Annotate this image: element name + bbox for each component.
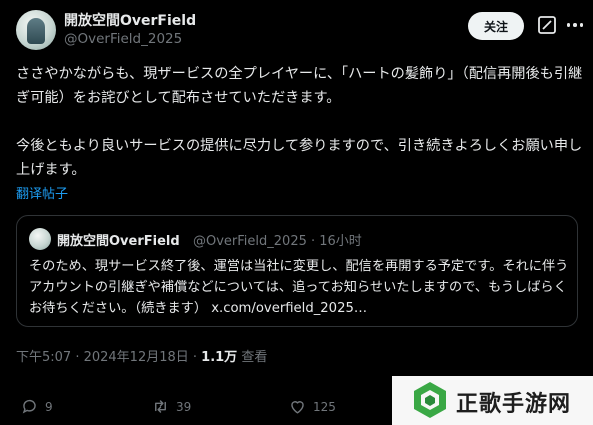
repost-icon [155, 400, 166, 413]
tweet-paragraph-1: ささやかながらも、現ザービスの全プレイヤーに、「ハートの髪飾り」（配信再開後も引… [16, 66, 583, 106]
watermark-text: 正歌手游网 [456, 392, 572, 417]
author-display-name[interactable]: 開放空間OverField [64, 10, 196, 30]
author-handle[interactable]: @OverField_2025 [64, 31, 182, 47]
quoted-author-name: 開放空間OverField [57, 234, 180, 249]
quoted-tweet-text: そのため、現サービス終了後、運営は当社に変更し、配信を再開する予定です。それに伴… [29, 256, 569, 319]
reply-count: 9 [45, 399, 53, 414]
author-avatar[interactable] [16, 10, 56, 50]
follow-button[interactable]: 关注 [468, 12, 524, 40]
reply-action[interactable]: 9 [20, 397, 53, 416]
tweet-text: ささやかながらも、現ザービスの全プレイヤーに、「ハートの髪飾り」（配信再開後も引… [16, 62, 586, 182]
quoted-tweet[interactable]: 開放空間OverField @OverField_2025 · 16小时 そのた… [16, 215, 578, 327]
repost-count: 39 [176, 399, 192, 414]
repost-action[interactable]: 39 [151, 397, 191, 416]
views-label: 查看 [237, 350, 268, 365]
reply-icon [22, 399, 36, 414]
tweet-meta: 下午5:07 · 2024年12月18日 · 1.1万 查看 [16, 346, 267, 365]
translate-post-link[interactable]: 翻译帖子 [16, 183, 68, 202]
more-options-icon[interactable] [564, 14, 586, 36]
quoted-author-avatar [29, 228, 51, 250]
grok-icon[interactable] [536, 14, 558, 36]
quoted-tweet-link[interactable]: x.com/overfield_2025… [211, 301, 367, 316]
tweet-paragraph-2: 今後ともより良いサービスの提供に尽力して参りますので、引き続きよろしくお願い申し… [16, 138, 583, 178]
like-action[interactable]: 125 [288, 397, 336, 416]
tweet-timestamp[interactable]: 下午5:07 · 2024年12月18日 · [16, 350, 201, 365]
watermark-logo-icon [414, 382, 446, 418]
heart-icon [291, 401, 304, 414]
quoted-author-handle-time: @OverField_2025 · 16小时 [193, 234, 362, 249]
site-watermark: 正歌手游网 [392, 376, 593, 425]
views-count: 1.1万 [201, 350, 238, 365]
like-count: 125 [313, 399, 336, 414]
